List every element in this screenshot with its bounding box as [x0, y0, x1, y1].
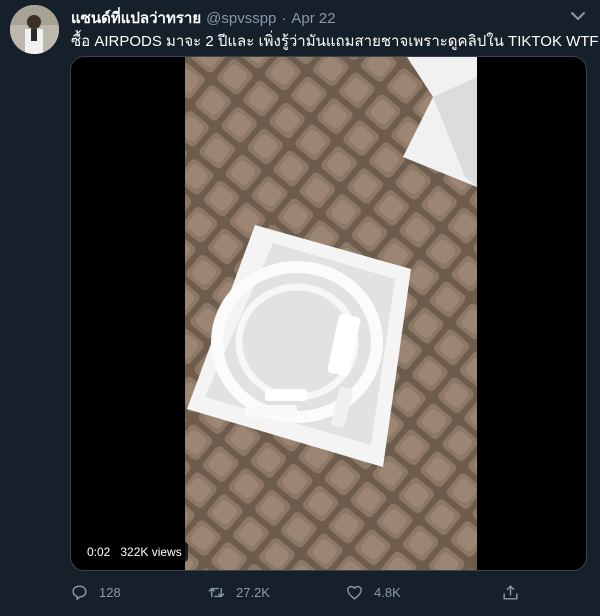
chevron-down-icon[interactable]: [568, 8, 588, 24]
share-button[interactable]: [501, 583, 530, 602]
retweet-icon: [208, 587, 225, 598]
retweet-button[interactable]: 27.2K: [207, 583, 270, 602]
tweet-actions: 128 27.2K 4.8K: [70, 583, 530, 603]
tweet-date[interactable]: Apr 22: [291, 10, 335, 27]
avatar[interactable]: [10, 5, 59, 54]
reply-button[interactable]: 128: [70, 583, 121, 602]
like-button[interactable]: 4.8K: [345, 583, 401, 602]
retweet-count: 27.2K: [236, 585, 270, 600]
tweet: แซนด์ที่แปลว่าทราย @spvsspp · Apr 22 ซื้…: [0, 0, 600, 616]
video-frame: [185, 57, 477, 570]
video-player[interactable]: 0:02 322K views: [70, 56, 587, 571]
display-name[interactable]: แซนด์ที่แปลว่าทราย: [71, 6, 201, 30]
tweet-header: แซนด์ที่แปลว่าทราย @spvsspp · Apr 22: [71, 6, 336, 30]
video-overlay: 0:02 322K views: [81, 542, 188, 562]
tweet-text: ซื้อ AIRPODS มาจะ 2 ปีและ เพิ่งรู้ว่ามัน…: [71, 33, 600, 50]
heart-icon: [347, 585, 362, 600]
video-views: 322K views: [120, 545, 182, 559]
reply-icon: [72, 585, 87, 600]
user-handle[interactable]: @spvsspp: [206, 10, 276, 27]
like-count: 4.8K: [374, 585, 401, 600]
video-timestamp: 0:02: [87, 545, 111, 559]
reply-count: 128: [99, 585, 121, 600]
separator-dot: ·: [281, 10, 287, 27]
share-icon: [503, 585, 518, 600]
